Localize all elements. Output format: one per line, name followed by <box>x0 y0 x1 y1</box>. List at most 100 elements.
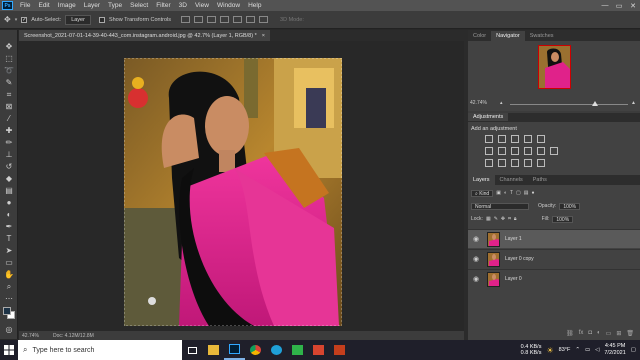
layer-row-layer-0[interactable]: ◉ Layer 0 <box>468 269 640 288</box>
tab-color[interactable]: Color <box>468 31 491 41</box>
menu-view[interactable]: View <box>191 2 213 9</box>
close-tab-icon[interactable]: × <box>262 33 265 39</box>
delete-layer-icon[interactable]: 🗑︎ <box>626 330 634 338</box>
eye-icon[interactable]: ◉ <box>471 275 481 283</box>
menu-window[interactable]: Window <box>213 2 244 9</box>
zoom-level[interactable]: 42.74% <box>22 333 39 339</box>
rectangle-icon[interactable]: ▭ <box>4 258 14 267</box>
filter-pixel-icon[interactable]: ▣ <box>496 190 501 196</box>
lock-move-icon[interactable]: ✥ <box>501 216 505 222</box>
threshold-icon[interactable] <box>511 159 519 167</box>
layer-name[interactable]: Layer 0 <box>505 276 522 282</box>
start-button[interactable] <box>0 340 18 360</box>
clone-stamp-icon[interactable]: ⊥ <box>4 150 14 159</box>
layer-row-layer-0-copy[interactable]: ◉ Layer 0 copy <box>468 249 640 268</box>
align-left-icon[interactable] <box>181 16 191 23</box>
quick-mask-icon[interactable]: ◎ <box>4 325 14 334</box>
auto-select-dropdown[interactable]: Layer <box>65 14 91 25</box>
chevron-down-icon[interactable]: ▾ <box>15 17 18 23</box>
selective-color-icon[interactable] <box>537 159 545 167</box>
filter-toggle-icon[interactable]: ● <box>532 190 535 196</box>
zoom-in-icon[interactable]: ▲ <box>631 100 636 106</box>
align-center-icon[interactable] <box>194 16 204 23</box>
gradient-map-icon[interactable] <box>524 159 532 167</box>
path-select-icon[interactable]: ➤ <box>4 246 14 255</box>
menu-3d[interactable]: 3D <box>175 2 191 9</box>
lasso-icon[interactable]: ➰ <box>4 66 14 75</box>
file-explorer-icon[interactable] <box>203 340 224 360</box>
restore-button[interactable]: ▭ <box>612 0 626 11</box>
weather-icon[interactable]: ☀ <box>546 346 553 355</box>
crop-icon[interactable]: ⌗ <box>4 90 14 99</box>
video-editor-icon[interactable] <box>308 340 329 360</box>
lock-pixels-icon[interactable]: ▦ <box>486 216 491 222</box>
minimize-button[interactable]: — <box>598 0 612 11</box>
menu-filter[interactable]: Filter <box>152 2 174 9</box>
photo-filter-icon[interactable] <box>524 147 532 155</box>
new-group-icon[interactable]: ▭ <box>606 330 612 338</box>
opacity-field[interactable]: 100% <box>559 202 581 210</box>
zoom-out-icon[interactable]: ▴ <box>500 100 503 106</box>
new-layer-icon[interactable]: ⊞ <box>616 330 621 338</box>
align-bottom-icon[interactable] <box>246 16 256 23</box>
add-mask-icon[interactable]: ◘ <box>588 330 592 338</box>
posterize-icon[interactable] <box>498 159 506 167</box>
exposure-icon[interactable] <box>524 135 532 143</box>
navigator-zoom-slider[interactable] <box>510 104 628 105</box>
tab-swatches[interactable]: Swatches <box>525 31 559 41</box>
layer-name[interactable]: Layer 1 <box>505 236 522 242</box>
color-balance-icon[interactable] <box>498 147 506 155</box>
curves-icon[interactable] <box>511 135 519 143</box>
tab-paths[interactable]: Paths <box>528 175 552 185</box>
dodge-icon[interactable]: ◐ <box>4 210 14 219</box>
brightness-icon[interactable] <box>485 135 493 143</box>
photoshop-icon[interactable] <box>224 340 245 360</box>
volume-icon[interactable]: ◁ <box>595 347 599 353</box>
filter-type-icon[interactable]: T <box>510 190 513 196</box>
taskbar-search[interactable]: ⌕ Type here to search <box>18 340 182 360</box>
tab-layers[interactable]: Layers <box>468 175 495 185</box>
distribute-icon[interactable] <box>259 16 269 23</box>
pen-icon[interactable]: ✒ <box>4 222 14 231</box>
move-tool-icon[interactable]: ✥ <box>4 15 11 24</box>
filter-adjust-icon[interactable]: ◐ <box>504 190 507 196</box>
link-layers-icon[interactable]: ⛓ <box>566 330 574 338</box>
clock[interactable]: 4:45 PM 7/2/2021 <box>604 343 625 357</box>
chrome-icon[interactable] <box>245 340 266 360</box>
camtasia-icon[interactable] <box>287 340 308 360</box>
menu-type[interactable]: Type <box>104 2 126 9</box>
type-tool-icon[interactable]: T <box>4 234 14 243</box>
invert-icon[interactable] <box>485 159 493 167</box>
healing-brush-icon[interactable]: ✚ <box>4 126 14 135</box>
document-image[interactable] <box>124 58 342 326</box>
auto-select-checkbox[interactable]: ✓ <box>21 16 28 23</box>
navigator-zoom-value[interactable]: 42.74% <box>470 100 487 106</box>
menu-help[interactable]: Help <box>244 2 265 9</box>
new-adjustment-icon[interactable]: ◐ <box>597 330 601 338</box>
align-top-icon[interactable] <box>220 16 230 23</box>
tray-chevron-icon[interactable]: ⌃ <box>575 347 580 353</box>
eraser-icon[interactable]: ◆ <box>4 174 14 183</box>
hue-saturation-icon[interactable] <box>485 147 493 155</box>
levels-icon[interactable] <box>498 135 506 143</box>
channel-mixer-icon[interactable] <box>537 147 545 155</box>
canvas-area[interactable] <box>19 41 464 331</box>
foreground-color-swatch[interactable] <box>3 307 11 315</box>
eye-icon[interactable]: ◉ <box>471 255 481 263</box>
task-view-icon[interactable] <box>182 340 203 360</box>
layer-style-icon[interactable]: fx <box>579 330 584 338</box>
blend-mode-dropdown[interactable]: Normal <box>471 202 529 210</box>
lock-artboard-icon[interactable]: ⌗ <box>508 216 511 222</box>
blur-icon[interactable]: ● <box>4 198 14 207</box>
powerpoint-icon[interactable] <box>329 340 350 360</box>
layer-name[interactable]: Layer 0 copy <box>505 256 534 262</box>
zoom-icon[interactable]: ⌕ <box>4 282 14 291</box>
color-lookup-icon[interactable] <box>550 147 558 155</box>
eyedropper-icon[interactable]: ⁄ <box>4 114 14 123</box>
marquee-icon[interactable]: ⬚ <box>4 54 14 63</box>
align-middle-icon[interactable] <box>233 16 243 23</box>
menu-image[interactable]: Image <box>54 2 80 9</box>
menu-layer[interactable]: Layer <box>80 2 104 9</box>
temperature[interactable]: 83°F <box>559 347 571 353</box>
menu-edit[interactable]: Edit <box>34 2 53 9</box>
